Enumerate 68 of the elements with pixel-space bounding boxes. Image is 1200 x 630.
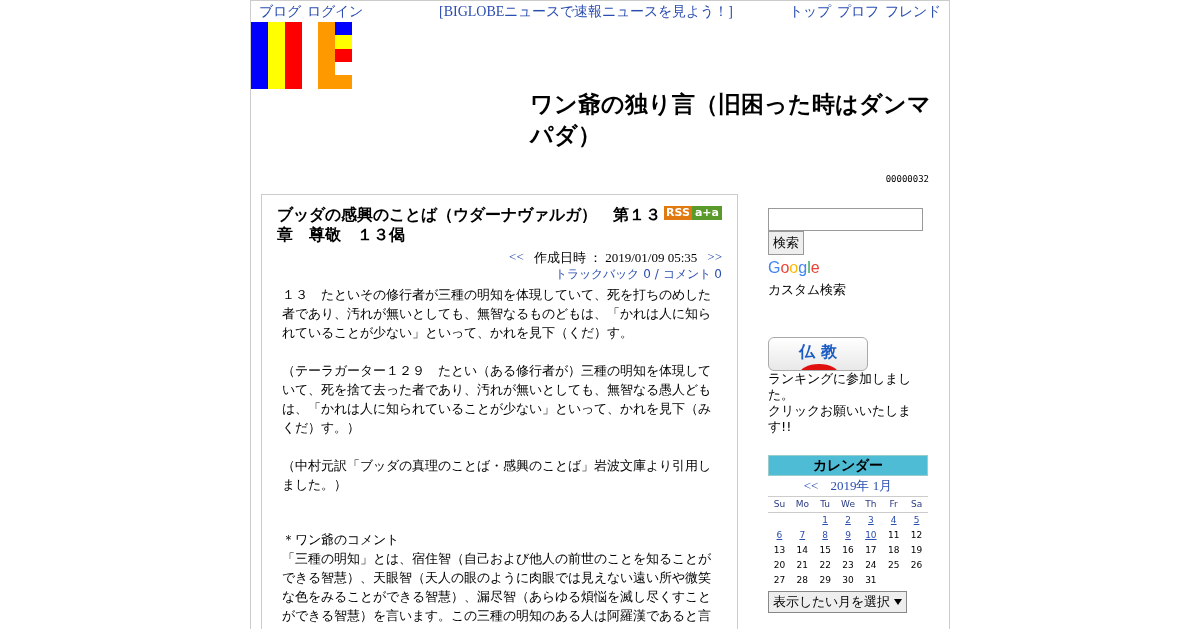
calendar-day-link[interactable]: 1 (813, 513, 837, 528)
calendar-day: 29 (813, 573, 837, 588)
month-select[interactable]: 表示したい月を選択 (768, 591, 907, 613)
post-paragraph: １３ たといその修行者が三種の明知を体現していて、死を打ちのめした者であり、汚れが無いとしても、無智なるものどもは、「かれは人に知られていることが少ない」といって、かれを見下（くだ）す。 (282, 286, 712, 342)
post-paragraph: ＊ワン爺のコメント (282, 531, 400, 549)
search-field[interactable] (768, 208, 923, 231)
weekday-label: We (840, 498, 856, 511)
prev-month-link[interactable]: << (803, 476, 819, 496)
weekday-label: Su (772, 498, 787, 511)
ranking-banner[interactable]: 仏 教 (768, 337, 868, 371)
trackback-link[interactable]: トラックバック 0 / コメント 0 (555, 267, 722, 281)
prev-link[interactable]: << (509, 249, 524, 267)
calendar-day: 12 (905, 528, 928, 543)
next-link[interactable]: >> (707, 249, 722, 267)
calendar-day: 25 (882, 558, 906, 573)
calendar-day: 22 (813, 558, 837, 573)
weekday-label: Fr (888, 498, 899, 511)
nav-link[interactable]: トップ (789, 2, 831, 21)
search-button[interactable]: 検索 (768, 231, 804, 255)
calendar-day: 18 (882, 543, 906, 558)
news-link[interactable]: [BIGLOBEニュースで速報ニュースを見よう！] (439, 2, 733, 21)
calendar-day: 15 (813, 543, 837, 558)
ranking-text: ランキングに参加しました。 (768, 371, 912, 403)
nav-link[interactable]: プロフ (837, 2, 879, 21)
calendar-day-link[interactable]: 6 (768, 528, 791, 543)
nav-link[interactable]: フレンド (885, 2, 941, 21)
calendar-day-link[interactable]: 9 (836, 528, 860, 543)
post-title: ブッダの感興のことば（ウダーナヴァルガ） 第１３章 尊敬 １３偈 (277, 205, 662, 245)
calendar-day: 27 (768, 573, 791, 588)
post-date: 作成日時 ： 2019/01/09 05:35 (533, 249, 698, 267)
calendar-day: 16 (836, 543, 860, 558)
dropdown-caret-icon (893, 598, 902, 606)
visit-counter: 00000032 (885, 174, 929, 184)
calendar-day-link[interactable]: 7 (790, 528, 814, 543)
post-paragraph: （中村元訳「ブッダの真理のことば・感興のことば」岩波文庫より引用しました。） (282, 457, 712, 494)
nav-link[interactable]: ブログ (259, 2, 301, 21)
calendar-title: カレンダー (768, 455, 928, 476)
calendar-day-link[interactable]: 4 (882, 513, 906, 528)
calendar-month: 2019年 1月 (830, 477, 893, 495)
calendar-day: 26 (905, 558, 928, 573)
calendar-day-link[interactable]: 10 (859, 528, 883, 543)
calendar-day: 11 (882, 528, 906, 543)
calendar-day: 24 (859, 558, 883, 573)
calendar-day-link[interactable]: 5 (905, 513, 928, 528)
post-paragraph: （テーラガーター１２９ たとい（ある修行者が）三種の明知を体現していて、死を捨て去った者であり、汚れが無いとしても、無智なる愚人どもは、「かれは人に知られていることが少ない」といって、かれを見下（みくだ）す。） (282, 362, 712, 437)
post-paragraph: 「三種の明知」とは、宿住智（自己および他人の前世のことを知ることができる智慧）、天眼智（天人の眼のように肉眼では見えない遠い所や微笑な色をみることができる智慧）、漏尽智（あらゆる煩悩を滅し尽くすことができる智慧）を言います。この三種の明知のある人は阿羅漢であると言 (282, 550, 712, 625)
calendar-day: 17 (859, 543, 883, 558)
calendar-day: 14 (790, 543, 814, 558)
weekday-label: Tu (819, 498, 832, 511)
calendar-day-link[interactable]: 3 (859, 513, 883, 528)
calendar-day: 13 (768, 543, 791, 558)
calendar-day: 21 (790, 558, 814, 573)
calendar-day: 31 (859, 573, 883, 588)
calendar-day: 20 (768, 558, 791, 573)
weekday-label: Th (864, 498, 878, 511)
weekday-label: Sa (909, 498, 924, 511)
calendar-day: 28 (790, 573, 814, 588)
google-logo: Google (768, 259, 821, 277)
calendar-day-link[interactable]: 8 (813, 528, 837, 543)
ranking-text: クリックお願いいたします!! (768, 403, 912, 435)
calendar-day: 19 (905, 543, 928, 558)
calendar-day: 30 (836, 573, 860, 588)
custom-search-label: カスタム検索 (768, 281, 847, 299)
nav-link[interactable]: ログイン (307, 2, 363, 21)
calendar-day-link[interactable]: 2 (836, 513, 860, 528)
weekday-label: Mo (794, 498, 810, 511)
calendar-day: 23 (836, 558, 860, 573)
blog-title: ワン爺の独り言（旧困った時はダンマパダ） (530, 90, 932, 150)
